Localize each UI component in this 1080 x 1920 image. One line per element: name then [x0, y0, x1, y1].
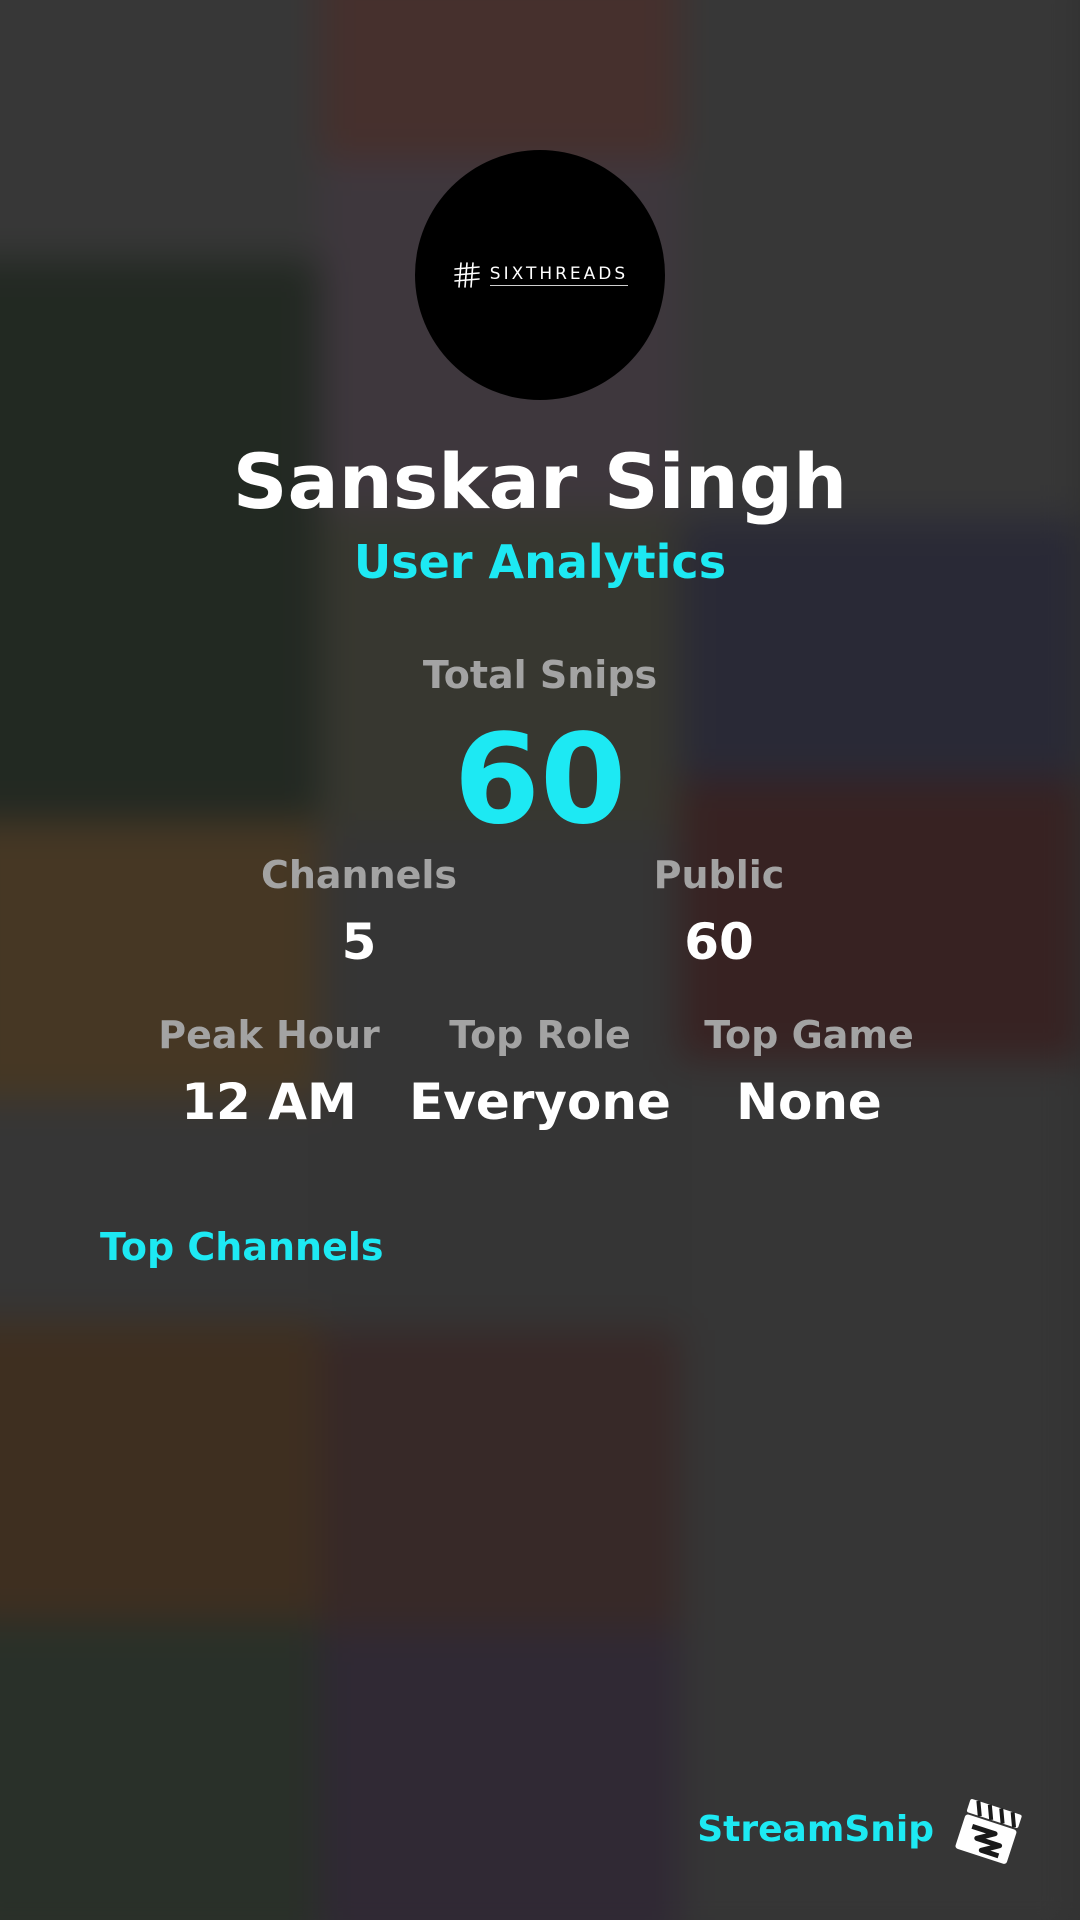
- avatar: SIXTHREADS: [415, 150, 665, 400]
- top-game-label: Top Game: [704, 1013, 914, 1057]
- top-role-label: Top Role: [449, 1013, 631, 1057]
- public-label: Public: [653, 853, 785, 897]
- avatar-logo-text: SIXTHREADS: [489, 264, 629, 286]
- top-channels-heading: Top Channels: [100, 1225, 384, 1269]
- peak-hour-value: 12 AM: [181, 1073, 357, 1131]
- avatar-logo: SIXTHREADS: [452, 260, 629, 290]
- top-game-value: None: [736, 1073, 882, 1131]
- total-snips-label: Total Snips: [422, 653, 658, 697]
- sixthreads-grid-icon: [453, 262, 480, 288]
- streamsnip-clapperboard-icon: [955, 1799, 1022, 1864]
- top-role-value: Everyone: [409, 1073, 671, 1131]
- public-value: 60: [684, 913, 754, 971]
- user-name: Sanskar Singh: [232, 437, 848, 526]
- analytics-card: SIXTHREADS Sanskar Singh User Analytics …: [0, 0, 1080, 1920]
- brand-footer: StreamSnip: [697, 1792, 1028, 1868]
- brand-name: StreamSnip: [697, 1809, 934, 1850]
- page-subtitle: User Analytics: [353, 535, 727, 589]
- channels-label: Channels: [260, 853, 458, 897]
- channels-value: 5: [341, 913, 377, 971]
- total-snips-value: 60: [453, 708, 627, 852]
- peak-hour-label: Peak Hour: [158, 1013, 380, 1057]
